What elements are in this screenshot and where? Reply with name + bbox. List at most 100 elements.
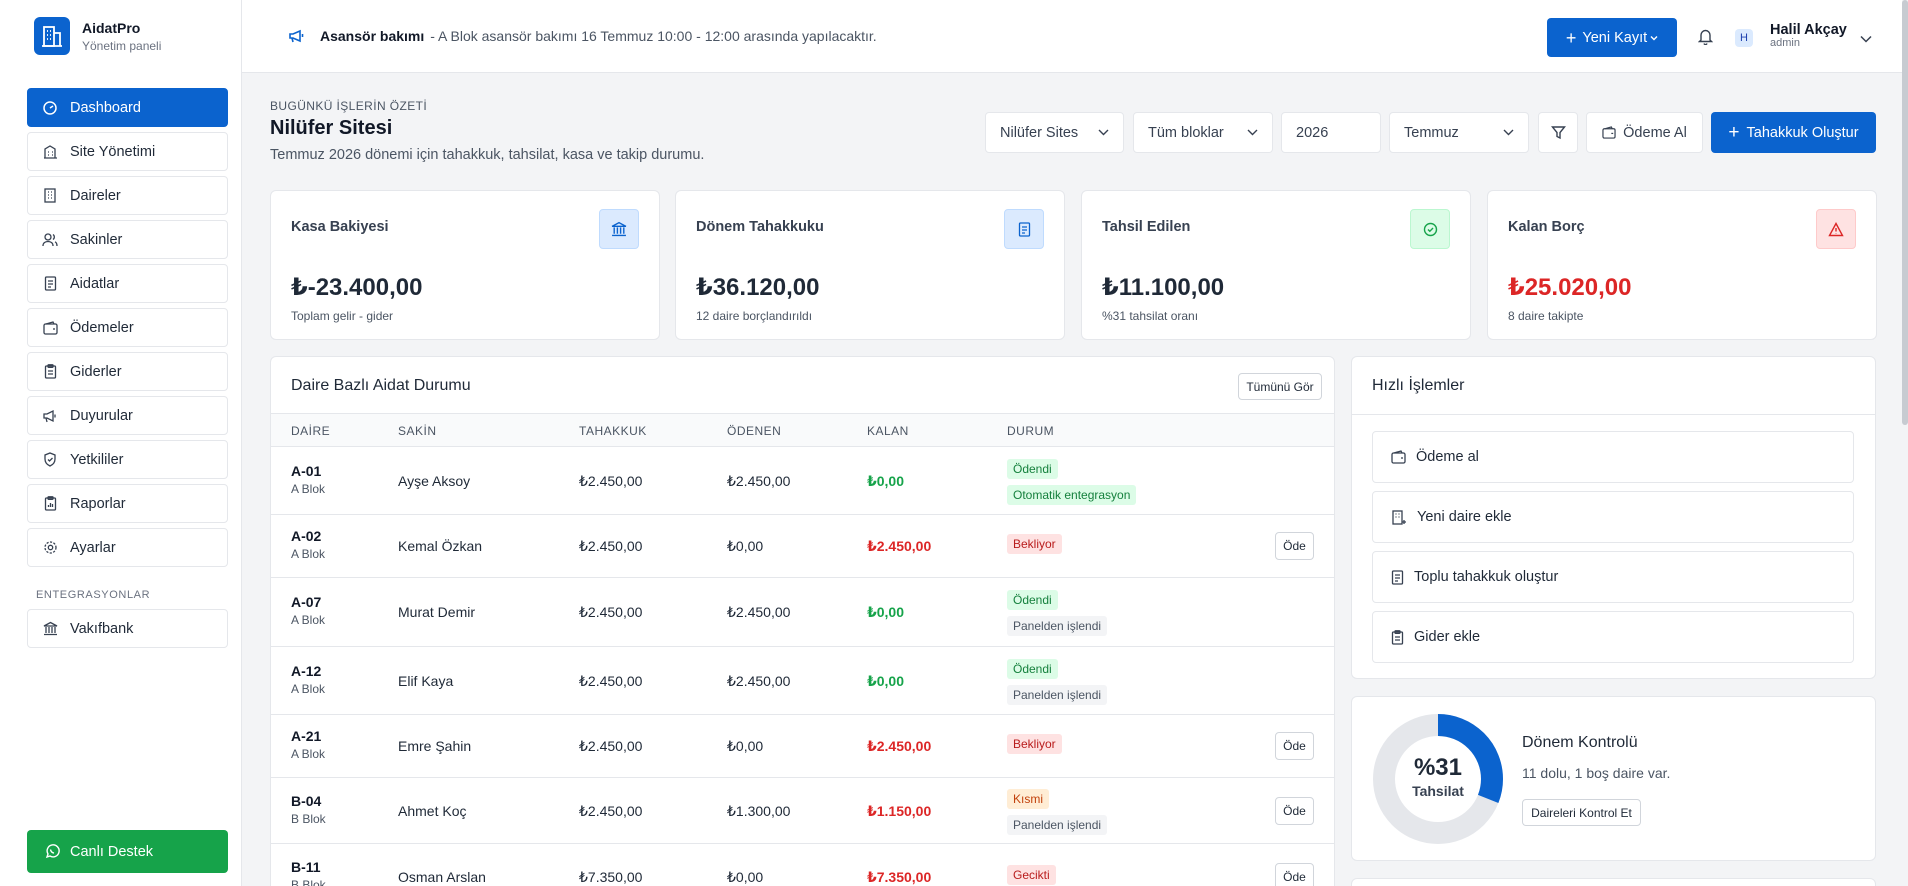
table-row[interactable]: A-21 A Blok Emre Şahin ₺2.450,00 ₺0,00 ₺… — [271, 715, 1334, 778]
quick-action-label: Gider ekle — [1414, 629, 1481, 645]
pay-button[interactable]: Öde — [1275, 797, 1314, 825]
sidebar-item-label: Site Yönetimi — [70, 143, 156, 160]
kpi-subtitle: 8 daire takipte — [1508, 309, 1584, 323]
sidebar-item-reports[interactable]: Raporlar — [27, 484, 228, 523]
avatar[interactable]: H — [1735, 29, 1753, 47]
table-row[interactable]: A-12 A Blok Elif Kaya ₺2.450,00 ₺2.450,0… — [271, 647, 1334, 715]
kpi-value: ₺25.020,00 — [1508, 274, 1632, 301]
table-row[interactable]: A-02 A Blok Kemal Özkan ₺2.450,00 ₺0,00 … — [271, 515, 1334, 578]
sidebar-item-label: Yetkililer — [70, 451, 124, 468]
kpi-title: Tahsil Edilen — [1102, 219, 1191, 235]
unit-code: A-07 — [291, 594, 322, 610]
sidebar-nav: Dashboard Site Yönetimi Daireler Sakinle… — [0, 72, 241, 567]
column-header-remaining: KALAN — [867, 424, 909, 438]
status-cell: Gecikti — [1007, 865, 1056, 886]
resident-cell: Ahmet Koç — [398, 803, 467, 819]
pay-button[interactable]: Öde — [1275, 532, 1314, 560]
user-menu[interactable]: Halil Akçay admin — [1770, 22, 1847, 49]
table-row[interactable]: B-04 B Blok Ahmet Koç ₺2.450,00 ₺1.300,0… — [271, 778, 1334, 844]
clipboard-icon — [42, 364, 58, 380]
column-header-status: DURUM — [1007, 424, 1055, 438]
table-row[interactable]: B-11 B Blok Osman Arslan ₺7.350,00 ₺0,00… — [271, 844, 1334, 886]
quick-action-bulk-accrual[interactable]: Toplu tahakkuk oluştur — [1372, 551, 1854, 603]
unit-block: A Blok — [291, 747, 326, 761]
shield-icon — [42, 452, 58, 468]
view-all-button[interactable]: Tümünü Gör — [1238, 373, 1322, 400]
live-support-button[interactable]: Canlı Destek — [27, 830, 228, 873]
kpi-subtitle: Toplam gelir - gider — [291, 309, 394, 323]
accrued-cell: ₺2.450,00 — [579, 738, 643, 754]
unit-code: B-11 — [291, 859, 321, 875]
unit-cell: A-02 A Blok — [291, 528, 325, 561]
check-apartments-button[interactable]: Daireleri Kontrol Et — [1522, 799, 1641, 826]
sidebar-item-apartments[interactable]: Daireler — [27, 176, 228, 215]
receipt-icon — [1004, 209, 1044, 249]
year-input-value: 2026 — [1296, 124, 1329, 141]
block-select[interactable]: Tüm bloklar — [1133, 112, 1273, 153]
sidebar-item-authorities[interactable]: Yetkililer — [27, 440, 228, 479]
notifications-bell-icon[interactable] — [1697, 28, 1714, 50]
month-select[interactable]: Temmuz — [1389, 112, 1529, 153]
topbar: Asansör bakımı - A Blok asansör bakımı 1… — [242, 0, 1908, 73]
unit-code: B-04 — [291, 793, 322, 809]
quick-action-label: Toplu tahakkuk oluştur — [1414, 569, 1559, 585]
paid-cell: ₺2.450,00 — [727, 673, 791, 689]
table-row[interactable]: A-01 A Blok Ayşe Aksoy ₺2.450,00 ₺2.450,… — [271, 448, 1334, 515]
announcement[interactable]: Asansör bakımı - A Blok asansör bakımı 1… — [288, 28, 877, 44]
unit-block: B Blok — [291, 812, 326, 826]
site-select[interactable]: Nilüfer Sites — [985, 112, 1124, 153]
quick-action-add-apartment[interactable]: Yeni daire ekle — [1372, 491, 1854, 543]
check-circle-icon — [1410, 209, 1450, 249]
wallet-icon — [1391, 450, 1406, 464]
quick-action-add-expense[interactable]: Gider ekle — [1372, 611, 1854, 663]
collection-caption: Tahsilat — [1412, 783, 1464, 799]
paid-cell: ₺1.300,00 — [727, 803, 791, 819]
unit-block: A Blok — [291, 482, 326, 496]
whatsapp-icon — [45, 844, 60, 859]
kpi-title: Kasa Bakiyesi — [291, 219, 389, 235]
source-badge: Otomatik entegrasyon — [1007, 485, 1137, 505]
unit-cell: B-04 B Blok — [291, 793, 326, 826]
table-row[interactable]: A-07 A Blok Murat Demir ₺2.450,00 ₺2.450… — [271, 578, 1334, 647]
chevron-down-icon[interactable] — [1860, 30, 1872, 48]
unit-code: A-12 — [291, 663, 322, 679]
sidebar-item-site-management[interactable]: Site Yönetimi — [27, 132, 228, 171]
new-record-button[interactable]: + Yeni Kayıt — [1547, 18, 1677, 57]
take-payment-label: Ödeme Al — [1623, 124, 1687, 141]
status-badge: Ödendi — [1007, 459, 1058, 479]
sidebar-item-announcements[interactable]: Duyurular — [27, 396, 228, 435]
paid-cell: ₺2.450,00 — [727, 473, 791, 489]
block-select-value: Tüm bloklar — [1148, 124, 1224, 141]
sidebar-item-vakifbank[interactable]: Vakıfbank — [27, 609, 228, 648]
accrued-cell: ₺2.450,00 — [579, 604, 643, 620]
plus-icon: + — [1565, 27, 1577, 48]
filter-button[interactable] — [1538, 112, 1578, 153]
sidebar-item-payments[interactable]: Ödemeler — [27, 308, 228, 347]
pay-button[interactable]: Öde — [1275, 732, 1314, 760]
kpi-card-cash-balance: Kasa Bakiyesi ₺-23.400,00 Toplam gelir -… — [270, 190, 660, 340]
sidebar-item-dues[interactable]: Aidatlar — [27, 264, 228, 303]
remaining-cell: ₺1.150,00 — [867, 803, 932, 819]
quick-action-take-payment[interactable]: Ödeme al — [1372, 431, 1854, 483]
sidebar-item-label: Giderler — [70, 363, 122, 380]
dues-status-panel: Daire Bazlı Aidat Durumu Tümünü Gör DAİR… — [270, 356, 1335, 886]
chevron-down-icon — [1247, 129, 1258, 136]
sidebar-item-settings[interactable]: Ayarlar — [27, 528, 228, 567]
sidebar-item-residents[interactable]: Sakinler — [27, 220, 228, 259]
sidebar: AidatPro Yönetim paneli Dashboard Site Y… — [0, 0, 242, 886]
create-accrual-button[interactable]: + Tahakkuk Oluştur — [1711, 112, 1876, 153]
gear-icon — [42, 540, 58, 556]
scrollbar-thumb[interactable] — [1902, 0, 1908, 425]
brand[interactable]: AidatPro Yönetim paneli — [0, 0, 241, 72]
create-accrual-label: Tahakkuk Oluştur — [1746, 124, 1859, 141]
pay-button[interactable]: Öde — [1275, 863, 1314, 886]
status-cell: Kısmi Panelden işlendi — [1007, 789, 1108, 841]
sidebar-item-dashboard[interactable]: Dashboard — [27, 88, 228, 127]
receipt-icon — [1391, 569, 1404, 585]
unit-block: A Blok — [291, 547, 326, 561]
year-input[interactable]: 2026 — [1281, 112, 1381, 153]
building-logo-icon — [34, 17, 70, 55]
user-role: admin — [1770, 37, 1800, 49]
take-payment-button[interactable]: Ödeme Al — [1586, 112, 1703, 153]
sidebar-item-expenses[interactable]: Giderler — [27, 352, 228, 391]
